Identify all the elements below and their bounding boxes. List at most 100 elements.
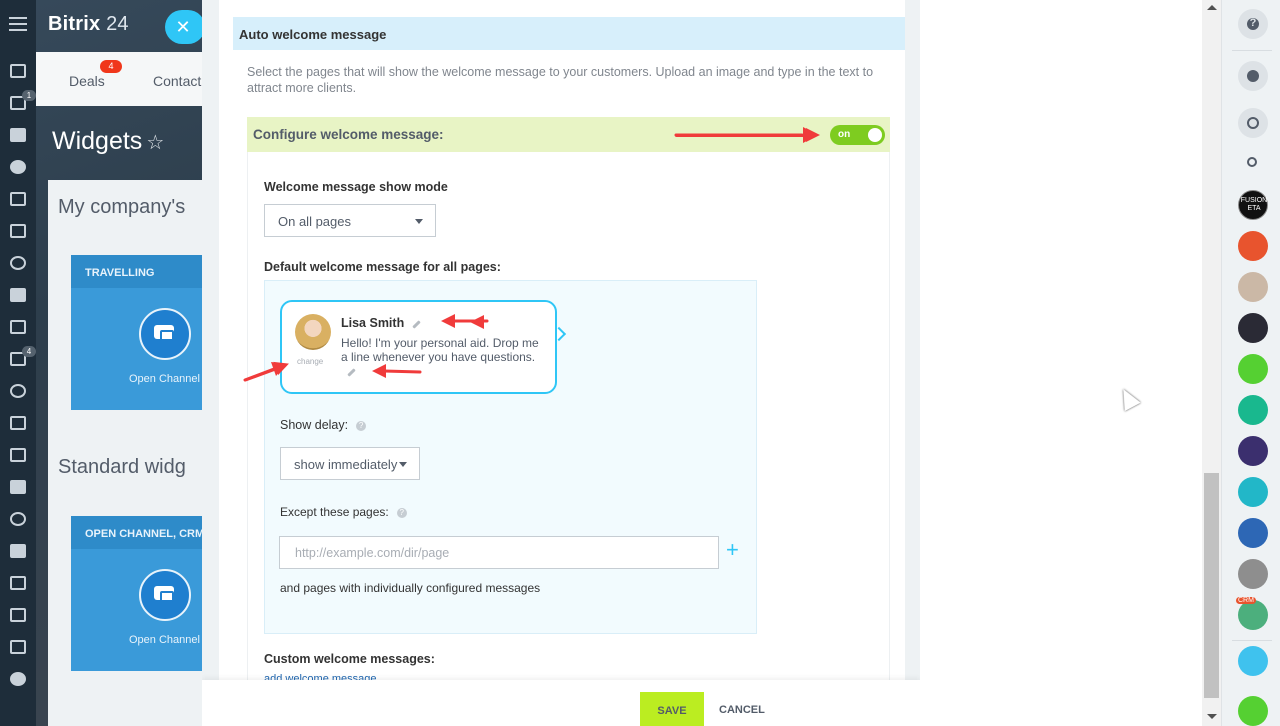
tile-label: Open Channel xyxy=(129,373,200,385)
tab-deals[interactable]: Deals xyxy=(69,73,105,89)
separator xyxy=(1232,50,1272,51)
blank-area xyxy=(920,0,1202,726)
group-icon[interactable] xyxy=(1238,518,1268,548)
cart-icon[interactable] xyxy=(10,416,26,430)
scroll-up-icon[interactable] xyxy=(1207,5,1217,10)
target-icon[interactable] xyxy=(10,384,26,398)
avatar[interactable]: FUSION ETA xyxy=(1238,190,1268,220)
search-icon[interactable] xyxy=(1238,148,1268,178)
pencil-icon[interactable] xyxy=(347,368,356,377)
notifications-icon[interactable] xyxy=(1238,61,1268,91)
drive-icon[interactable] xyxy=(10,224,26,238)
configure-label: Configure welcome message: xyxy=(253,127,444,142)
show-mode-label: Welcome message show mode xyxy=(264,180,448,194)
tile-label: Open Channel xyxy=(129,634,200,646)
crm-tabs: Deals 4 Contact xyxy=(36,52,202,106)
show-delay-select[interactable]: show immediately xyxy=(280,447,420,480)
mail-icon[interactable] xyxy=(10,288,26,302)
default-message-label: Default welcome message for all pages: xyxy=(264,260,501,274)
slider-footer: SAVE CANCEL xyxy=(202,680,920,726)
cancel-button[interactable]: CANCEL xyxy=(719,704,765,716)
section-header: Auto welcome message xyxy=(233,17,905,50)
chat-bubble-icon xyxy=(139,569,191,621)
tasks-badge: 1 xyxy=(22,90,36,101)
help-icon[interactable]: ? xyxy=(396,508,407,518)
chat-bubble-icon xyxy=(139,308,191,360)
call-icon[interactable] xyxy=(1238,696,1268,726)
pencil-icon[interactable] xyxy=(412,320,421,329)
tab-contacts[interactable]: Contact xyxy=(153,73,201,89)
chevron-down-icon[interactable] xyxy=(10,672,26,686)
agent-avatar[interactable] xyxy=(295,314,331,350)
help-icon[interactable]: ? xyxy=(356,421,367,431)
chat-icon[interactable] xyxy=(10,128,26,142)
lock-icon[interactable] xyxy=(1238,231,1268,261)
welcome-bubble-preview: change Lisa Smith Hello! I'm your person… xyxy=(280,300,557,394)
feed-icon[interactable] xyxy=(10,64,26,78)
widget-tile[interactable]: OPEN CHANNEL, CRM F Open Channel xyxy=(71,516,202,671)
tile-header: OPEN CHANNEL, CRM F xyxy=(71,516,202,549)
agent-message[interactable]: Hello! I'm your personal aid. Drop me a … xyxy=(341,336,546,364)
chat-search-icon[interactable] xyxy=(1238,108,1268,138)
tile-header: TRAVELLING xyxy=(71,255,202,288)
apps-icon[interactable] xyxy=(10,448,26,462)
right-sidebar: ? FUSION ETA CRM xyxy=(1221,0,1280,726)
avatar[interactable] xyxy=(1238,272,1268,302)
except-url-input[interactable] xyxy=(279,536,719,569)
sync-icon[interactable] xyxy=(10,640,26,654)
avatar[interactable] xyxy=(1238,436,1268,466)
cloud-icon[interactable] xyxy=(1238,477,1268,507)
document-icon[interactable] xyxy=(10,576,26,590)
contacts-icon[interactable] xyxy=(10,192,26,206)
change-avatar-link[interactable]: change xyxy=(297,357,323,366)
crm-icon[interactable]: CRM xyxy=(1236,597,1268,630)
chevron-down-icon xyxy=(399,462,407,467)
page-scrollbar[interactable] xyxy=(1202,0,1221,726)
store-icon[interactable] xyxy=(10,544,26,558)
bell-desk-icon[interactable] xyxy=(10,480,26,494)
menu-icon[interactable] xyxy=(9,17,27,31)
avatar[interactable] xyxy=(1238,313,1268,343)
background-page: Bitrix 24 ✕ Deals 4 Contact Widgets ☆ My … xyxy=(36,0,202,726)
toggle-label: on xyxy=(838,129,851,140)
star-icon[interactable]: ☆ xyxy=(146,132,164,154)
annotation-arrow xyxy=(675,128,820,142)
avatar[interactable] xyxy=(1238,559,1268,589)
toggle-knob xyxy=(868,128,882,142)
show-mode-select[interactable]: On all pages xyxy=(264,204,436,237)
chevron-down-icon xyxy=(415,219,423,224)
video-icon[interactable] xyxy=(1238,354,1268,384)
employees-icon[interactable] xyxy=(10,160,26,174)
show-delay-value: show immediately xyxy=(294,457,398,472)
agent-name[interactable]: Lisa Smith xyxy=(341,316,404,330)
separator xyxy=(1232,640,1272,641)
section-title: My company's xyxy=(58,196,186,218)
section-description: Select the pages that will show the welc… xyxy=(247,65,874,95)
page-title: Widgets ☆ xyxy=(52,127,165,155)
schedule-icon[interactable] xyxy=(10,608,26,622)
video-icon[interactable] xyxy=(1238,395,1268,425)
filter-badge: 4 xyxy=(22,346,36,357)
phone-icon[interactable] xyxy=(10,512,26,526)
individual-note: and pages with individually configured m… xyxy=(280,581,541,595)
calendar-icon[interactable] xyxy=(10,320,26,334)
show-mode-value: On all pages xyxy=(278,214,351,229)
close-slider-button[interactable]: ✕ xyxy=(165,10,202,44)
left-rail: 1 4 xyxy=(0,0,36,726)
section-title: Standard widg xyxy=(58,456,186,478)
deals-badge: 4 xyxy=(100,60,122,73)
settings-slider: Auto welcome message Select the pages th… xyxy=(202,0,920,726)
show-delay-label: Show delay:? xyxy=(280,418,367,432)
clock-icon[interactable] xyxy=(10,256,26,270)
mobile-icon[interactable] xyxy=(1238,646,1268,676)
welcome-toggle[interactable]: on xyxy=(830,125,885,145)
save-button[interactable]: SAVE xyxy=(640,692,704,726)
widget-tile[interactable]: TRAVELLING Open Channel xyxy=(71,255,202,410)
custom-messages-label: Custom welcome messages: xyxy=(264,652,435,666)
add-url-button[interactable]: + xyxy=(726,539,739,561)
scroll-thumb[interactable] xyxy=(1204,473,1219,698)
help-icon[interactable]: ? xyxy=(1238,9,1268,39)
scroll-down-icon[interactable] xyxy=(1207,714,1217,719)
app-logo[interactable]: Bitrix 24 xyxy=(48,13,129,36)
except-pages-label: Except these pages:? xyxy=(280,505,407,519)
